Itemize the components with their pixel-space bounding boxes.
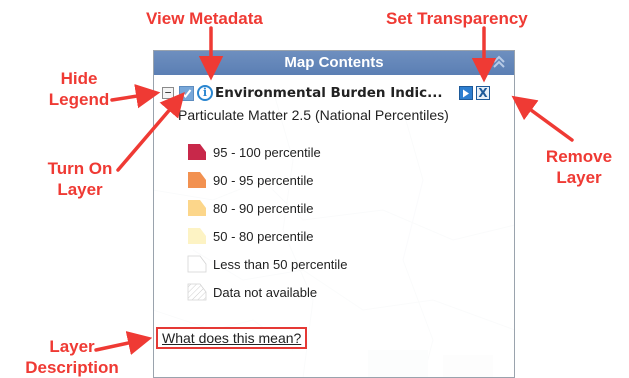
annotation-line: Description bbox=[25, 358, 119, 377]
arrow-hide-legend bbox=[110, 84, 161, 109]
annotation-set-transparency: Set Transparency bbox=[386, 9, 528, 28]
legend-swatch-hatched bbox=[187, 283, 207, 301]
legend-label: 90 - 95 percentile bbox=[213, 172, 314, 188]
annotation-remove-layer: Remove Layer bbox=[534, 146, 624, 188]
remove-layer-button[interactable]: X bbox=[476, 86, 490, 100]
legend-swatch bbox=[188, 172, 206, 188]
annotation-turn-on-layer: Turn On Layer bbox=[32, 158, 128, 200]
annotation-line: Turn On bbox=[47, 159, 113, 178]
legend-label: 80 - 90 percentile bbox=[213, 200, 314, 216]
annotation-line: Layer bbox=[49, 337, 95, 356]
annotation-layer-description: Layer Description bbox=[12, 336, 132, 378]
double-chevron-up-icon[interactable] bbox=[490, 53, 508, 71]
checkmark-icon bbox=[181, 88, 192, 98]
panel-title: Map Contents bbox=[284, 54, 384, 71]
panel-header: Map Contents bbox=[154, 51, 514, 75]
layer-row: − i Environmental Burden Indic... X bbox=[162, 82, 508, 104]
set-transparency-button[interactable] bbox=[459, 86, 473, 100]
legend-swatch bbox=[188, 144, 206, 160]
legend-title: Particulate Matter 2.5 (National Percent… bbox=[178, 107, 449, 123]
annotation-line: Legend bbox=[48, 90, 110, 109]
layer-name: Environmental Burden Indic... bbox=[215, 85, 443, 101]
legend-swatch bbox=[188, 228, 206, 244]
layer-description-link[interactable]: What does this mean? bbox=[156, 327, 308, 349]
annotation-line: Remove bbox=[545, 147, 613, 166]
view-metadata-info-icon[interactable]: i bbox=[197, 85, 213, 101]
layer-visibility-checkbox[interactable] bbox=[179, 85, 194, 101]
annotation-line: Layer bbox=[57, 180, 103, 199]
legend-item: 50 - 80 percentile bbox=[186, 225, 313, 247]
legend-item: 80 - 90 percentile bbox=[186, 197, 313, 219]
legend-label: 95 - 100 percentile bbox=[213, 144, 321, 160]
annotation-line: Hide bbox=[60, 69, 98, 88]
legend-item: 95 - 100 percentile bbox=[186, 141, 321, 163]
annotation-line: Layer bbox=[556, 168, 602, 187]
legend-label: Data not available bbox=[213, 284, 318, 300]
hide-legend-button[interactable]: − bbox=[162, 87, 174, 99]
legend-label: Less than 50 percentile bbox=[213, 256, 348, 272]
map-contents-panel: Map Contents − i Environmental Burden In… bbox=[153, 50, 515, 378]
legend-item: Data not available bbox=[186, 281, 317, 303]
play-triangle-icon bbox=[463, 89, 469, 97]
arrow-remove-layer bbox=[511, 95, 574, 142]
legend-swatch bbox=[187, 255, 207, 273]
legend-label: 50 - 80 percentile bbox=[213, 228, 314, 244]
legend-item: Less than 50 percentile bbox=[186, 253, 347, 275]
annotation-view-metadata: View Metadata bbox=[146, 9, 263, 28]
legend-swatch bbox=[188, 200, 206, 216]
annotation-hide-legend: Hide Legend bbox=[44, 68, 114, 110]
legend-item: 90 - 95 percentile bbox=[186, 169, 313, 191]
